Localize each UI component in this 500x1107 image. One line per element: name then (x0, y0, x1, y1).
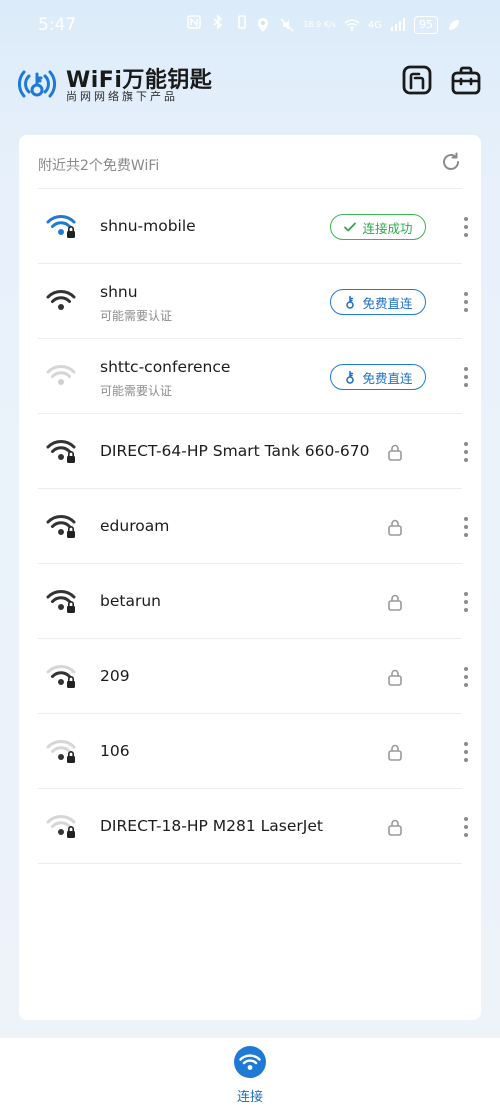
nav-connect-icon-bg (234, 1046, 266, 1078)
more-vertical-icon[interactable] (458, 290, 474, 314)
status-right-icons: 18.9 K/s 4G 95 (255, 16, 462, 34)
lock-icon (387, 668, 403, 686)
action-label: 免费直连 (362, 370, 413, 386)
leaf-icon (449, 20, 459, 30)
action-label: 连接成功 (362, 220, 413, 236)
wifi-network-row[interactable]: shnu-mobile 连接成功 (38, 189, 468, 264)
wifi-signal-icon (46, 813, 76, 839)
wifi-signal-icon (46, 213, 76, 239)
wifi-network-row[interactable]: betarun (38, 564, 468, 639)
more-vertical-icon[interactable] (458, 665, 474, 689)
nfc-icon (187, 15, 201, 29)
wifi-auth-hint: 可能需要认证 (100, 309, 173, 323)
wifi-ssid: 106 (100, 742, 130, 760)
card-header: 附近共2个免费WiFi (38, 152, 462, 189)
more-vertical-icon[interactable] (458, 515, 474, 539)
nav-connect-label: 连接 (236, 1090, 263, 1105)
wifi-ssid: DIRECT-18-HP M281 LaserJet (100, 817, 323, 835)
wifi-key-logo-icon (18, 70, 56, 98)
bottom-nav: 连接 (0, 1038, 500, 1107)
more-vertical-icon[interactable] (458, 815, 474, 839)
wifi-network-row[interactable]: DIRECT-18-HP M281 LaserJet (38, 789, 468, 864)
bluetooth-icon (213, 14, 223, 30)
wifi-ssid: eduroam (100, 517, 170, 535)
connected-status-button[interactable]: 连接成功 (330, 214, 426, 240)
wifi-signal-icon (46, 513, 76, 539)
wifi-signal-icon (46, 438, 76, 464)
more-vertical-icon[interactable] (458, 365, 474, 389)
signal-type: 4G (367, 19, 382, 31)
more-vertical-icon[interactable] (458, 440, 474, 464)
more-vertical-icon[interactable] (458, 215, 474, 239)
bag-icon[interactable] (450, 64, 482, 96)
location-icon (258, 18, 269, 32)
battery-indicator: 95 (414, 16, 438, 34)
more-vertical-icon[interactable] (458, 590, 474, 614)
mute-icon (280, 18, 294, 32)
wifi-signal-icon (46, 663, 76, 689)
wifi-network-row[interactable]: shnu 可能需要认证 免费直连 (38, 264, 468, 339)
action-label: 免费直连 (362, 295, 413, 311)
wifi-ssid: betarun (100, 592, 161, 610)
check-icon (344, 222, 357, 232)
key-icon (346, 295, 355, 309)
lock-icon (387, 443, 403, 461)
wifi-network-row[interactable]: 209 (38, 639, 468, 714)
lock-icon (387, 593, 403, 611)
lock-icon (387, 743, 403, 761)
wifi-ssid: DIRECT-64-HP Smart Tank 660-670 (100, 442, 370, 460)
key-icon (346, 370, 355, 384)
network-speed: 18.9 K/s (303, 20, 336, 29)
wifi-network-row[interactable]: DIRECT-64-HP Smart Tank 660-670 (38, 414, 468, 489)
wifi-ssid: shnu (100, 283, 138, 301)
app-header: WiFi万能钥匙 尚网网络旗下产品 (0, 58, 500, 108)
wifi-signal-icon (46, 288, 76, 314)
wifi-ssid: shnu-mobile (100, 217, 196, 235)
wifi-status-icon (344, 19, 360, 32)
status-mid-icons (186, 14, 250, 30)
status-bar: 5:47 18.9 K/s 4G 95 (0, 0, 500, 50)
wifi-icon (239, 1054, 261, 1070)
wifi-list-card: 附近共2个免费WiFi shnu-mobile 连接成功 shnu 可能需要认证 免费直… (19, 135, 481, 1020)
cell-signal-icon (391, 18, 405, 31)
wifi-signal-icon (46, 588, 76, 614)
status-time: 5:47 (38, 15, 77, 35)
wifi-network-row[interactable]: shttc-conference 可能需要认证 免费直连 (38, 339, 468, 414)
wifi-list: shnu-mobile 连接成功 shnu 可能需要认证 免费直连 shttc-confe… (38, 189, 468, 864)
free-connect-button[interactable]: 免费直连 (330, 364, 426, 390)
free-connect-button[interactable]: 免费直连 (330, 289, 426, 315)
clipboard-icon[interactable] (401, 64, 433, 96)
app-subtitle: 尚网网络旗下产品 (66, 90, 178, 103)
wifi-signal-icon (46, 738, 76, 764)
wifi-ssid: 209 (100, 667, 130, 685)
lock-icon (387, 518, 403, 536)
nearby-count-text: 附近共2个免费WiFi (38, 158, 160, 174)
lock-icon (387, 818, 403, 836)
wifi-network-row[interactable]: eduroam (38, 489, 468, 564)
refresh-icon[interactable] (440, 151, 462, 173)
wifi-ssid: shttc-conference (100, 358, 231, 376)
wifi-auth-hint: 可能需要认证 (100, 384, 173, 398)
vibrate-icon (238, 15, 246, 29)
more-vertical-icon[interactable] (458, 740, 474, 764)
nav-connect-tab[interactable]: 连接 (220, 1042, 280, 1105)
wifi-network-row[interactable]: 106 (38, 714, 468, 789)
wifi-signal-icon (46, 363, 76, 389)
